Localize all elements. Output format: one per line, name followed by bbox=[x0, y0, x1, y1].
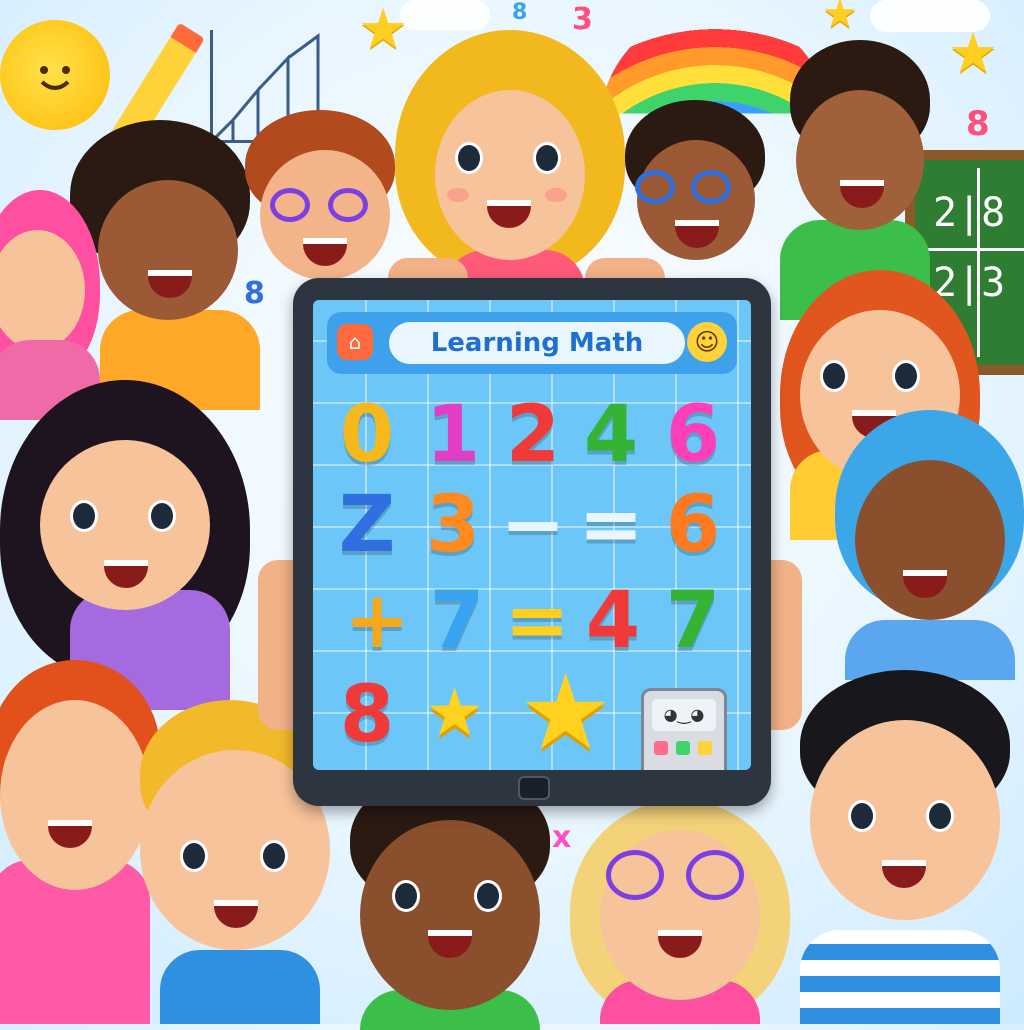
smiling-star-icon[interactable]: ★ bbox=[519, 660, 612, 764]
app-header: ⌂ Learning Math ☺ bbox=[327, 312, 737, 374]
number-tile[interactable]: 6 bbox=[653, 396, 733, 474]
star-icon: ★ bbox=[822, 0, 858, 37]
chalkboard-line-1: 2|8 bbox=[933, 190, 1006, 236]
number-tile[interactable]: 8 bbox=[327, 676, 407, 754]
number-eight-decor: 8 bbox=[966, 104, 990, 144]
calculator-face-icon: ◕‿◕ bbox=[652, 699, 716, 731]
number-tile[interactable]: 4 bbox=[571, 396, 651, 474]
tablet-home-button[interactable] bbox=[518, 776, 550, 800]
child-illustration bbox=[0, 190, 120, 420]
app-title: Learning Math bbox=[389, 322, 685, 364]
number-tile[interactable]: 4 bbox=[573, 582, 653, 660]
number-tile[interactable]: 7 bbox=[653, 582, 733, 660]
star-icon[interactable]: ★ bbox=[425, 680, 484, 746]
child-illustration bbox=[340, 770, 560, 1030]
plus-tile[interactable]: + bbox=[337, 582, 417, 660]
child-illustration bbox=[570, 800, 790, 1024]
star-icon: ★ bbox=[948, 21, 999, 86]
home-icon[interactable]: ⌂ bbox=[337, 324, 373, 360]
cloud-icon bbox=[400, 0, 490, 30]
equals-tile[interactable]: = bbox=[571, 486, 651, 564]
child-illustration bbox=[790, 670, 1024, 1024]
number-eight-decor: 8 bbox=[512, 0, 528, 25]
calculator-icon[interactable]: ◕‿◕ bbox=[641, 688, 727, 770]
sun-icon bbox=[0, 20, 110, 130]
sun-face-icon bbox=[40, 66, 70, 90]
tablet-device: ⌂ Learning Math ☺ 0 1 2 4 6 Z 3 − = 6 + … bbox=[293, 278, 771, 806]
smiley-icon[interactable]: ☺ bbox=[687, 322, 727, 362]
app-screen: ⌂ Learning Math ☺ 0 1 2 4 6 Z 3 − = 6 + … bbox=[313, 300, 751, 770]
number-tile[interactable]: 3 bbox=[413, 486, 493, 564]
letter-tile[interactable]: Z bbox=[327, 486, 407, 564]
number-tile[interactable]: 6 bbox=[653, 486, 733, 564]
equals-tile[interactable]: = bbox=[497, 582, 577, 660]
number-tile[interactable]: 7 bbox=[417, 582, 497, 660]
number-tile[interactable]: 2 bbox=[493, 396, 573, 474]
child-illustration bbox=[835, 410, 1024, 680]
minus-tile[interactable]: − bbox=[493, 486, 573, 564]
child-illustration bbox=[625, 100, 765, 280]
number-tile[interactable]: 1 bbox=[413, 396, 493, 474]
number-tile[interactable]: 0 bbox=[327, 396, 407, 474]
